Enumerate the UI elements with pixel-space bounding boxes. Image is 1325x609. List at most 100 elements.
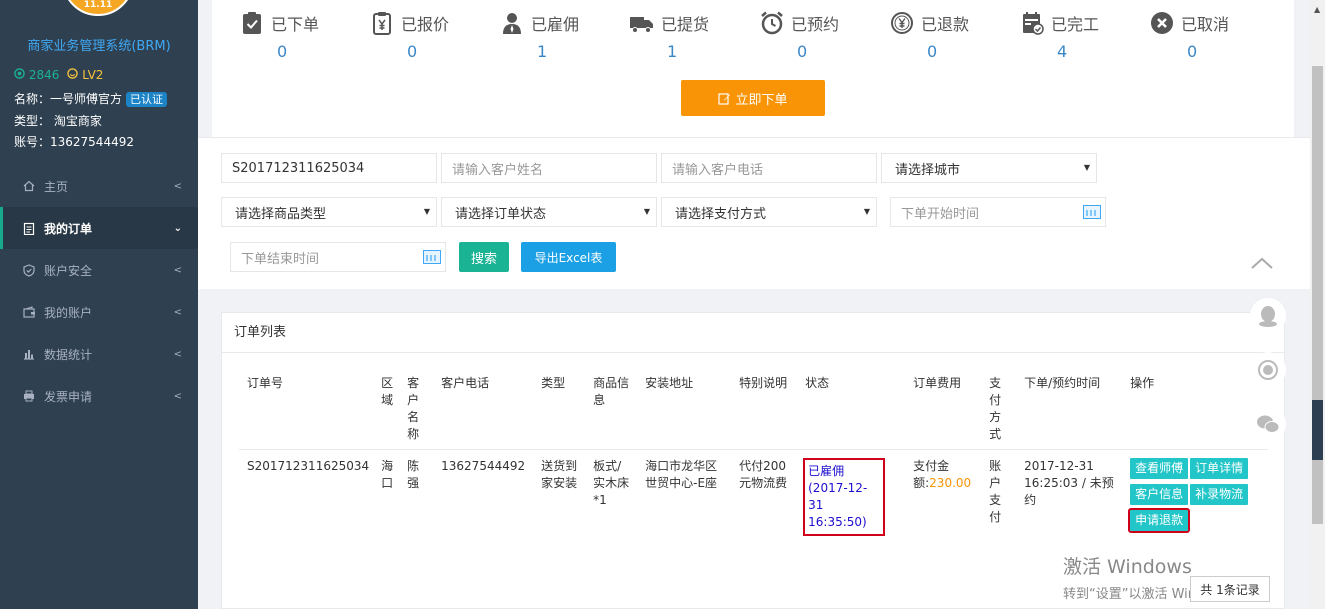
col-payment: 支付方式: [981, 371, 1017, 450]
goods-type-value: 请选择商品类型: [235, 206, 327, 222]
end-time-placeholder: 下单结束时间: [241, 251, 320, 267]
level-value: LV2: [82, 68, 104, 82]
cell-note-text: 代付200元物流费: [739, 459, 788, 490]
col-type: 类型: [533, 371, 586, 450]
customer-phone-input[interactable]: 请输入客户电话: [661, 153, 877, 183]
edit-icon: [718, 92, 731, 105]
col-time: 下单/预约时间: [1016, 371, 1123, 450]
calendar-icon[interactable]: [423, 250, 441, 264]
logo-badge: 11.11: [83, 0, 113, 10]
sidebar: 11.11 商家业务管理系统(BRM) 2846 LV2 名称：一号师傅官方 已认…: [0, 0, 198, 609]
cell-customer: 陈强: [403, 450, 433, 545]
level: LV2: [67, 68, 103, 82]
city-select[interactable]: 请选择城市 ▼: [881, 153, 1097, 183]
stat-value: 0: [797, 42, 808, 61]
search-button[interactable]: 搜索: [459, 242, 509, 272]
export-excel-button[interactable]: 导出Excel表: [521, 242, 616, 272]
qq-icon[interactable]: [1250, 298, 1286, 334]
cell-payment-text: 账户支付: [989, 459, 1002, 524]
request-refund-button[interactable]: 申请退款: [1128, 508, 1191, 533]
wechat-icon[interactable]: [1250, 406, 1286, 442]
order-no-input[interactable]: S201712311625034: [221, 153, 437, 183]
stat-picked-up[interactable]: 已提货 1: [629, 8, 759, 61]
merchant-account: 账号：13627544492: [14, 135, 134, 149]
stat-label: 已预约: [791, 15, 840, 34]
stat-hired[interactable]: 已雇佣 1: [499, 8, 629, 61]
stat-completed[interactable]: 已完工 4: [1019, 8, 1149, 61]
order-list-title: 订单列表: [222, 313, 1284, 353]
sidebar-item-orders[interactable]: 我的订单 ⌄: [0, 207, 198, 249]
scroll-up-icon[interactable]: ▲: [1314, 5, 1320, 14]
stat-scheduled[interactable]: 已预约 0: [759, 8, 889, 61]
calendar-icon[interactable]: [1083, 205, 1101, 219]
printer-icon: [22, 389, 36, 403]
goods-type-select[interactable]: 请选择商品类型 ▼: [221, 197, 437, 227]
stat-label: 已提货: [661, 15, 710, 34]
watermark-line1: 激活 Windows: [1063, 556, 1192, 578]
customer-service-icon[interactable]: [1250, 352, 1286, 388]
cell-order-no: S201712311625034: [247, 459, 370, 473]
stat-value: 0: [407, 42, 418, 61]
stat-label: 已取消: [1181, 15, 1230, 34]
table-row: S201712311625034 海口 陈强 13627544492 送货到家安…: [239, 450, 1268, 545]
order-table: 订单号 区域 客户名称 客户电话 类型 商品信息 安装地址 特别说明 状态 订单…: [239, 371, 1269, 545]
home-icon: [22, 179, 36, 193]
wallet-icon: [22, 305, 36, 319]
chevron-left-icon: <: [173, 348, 182, 360]
filter-panel: S201712311625034 请输入客户姓名 请输入客户电话 请选择城市 ▼ …: [198, 137, 1310, 289]
chevron-up-icon[interactable]: [1250, 256, 1274, 270]
stat-cancelled[interactable]: 已取消 0: [1149, 8, 1279, 61]
fee-amount: 230.00: [929, 476, 972, 490]
scrollbar-marker: [1312, 400, 1323, 460]
caret-down-icon: ▼: [863, 207, 870, 216]
stat-value: 0: [277, 42, 288, 61]
merchant-type: 类型： 淘宝商家: [14, 114, 102, 128]
clipboard-icon: [22, 221, 36, 235]
payment-select[interactable]: 请选择支付方式 ▼: [661, 197, 877, 227]
customer-info-button[interactable]: 客户信息: [1130, 484, 1189, 505]
place-order-label: 立即下单: [735, 92, 788, 108]
col-goods-text: 商品信息: [593, 376, 630, 407]
main-content: 已下单 0 已报价 0 已雇佣 1 已提货 1 已预约 0 已退款 0 已完工 …: [198, 0, 1310, 609]
caret-down-icon: ▼: [1083, 163, 1090, 172]
sidebar-item-statistics[interactable]: 数据统计 <: [0, 333, 198, 375]
place-order-button[interactable]: 立即下单: [681, 80, 825, 116]
user-stats: 2846 LV2: [14, 68, 103, 82]
sidebar-item-security[interactable]: 账户安全 <: [0, 249, 198, 291]
add-logistics-button[interactable]: 补录物流: [1190, 484, 1249, 505]
sidebar-item-account[interactable]: 我的账户 <: [0, 291, 198, 333]
stat-label: 已报价: [401, 15, 450, 34]
start-time-input[interactable]: 下单开始时间: [890, 197, 1106, 227]
sidebar-item-label: 主页: [44, 179, 69, 194]
stat-ordered[interactable]: 已下单 0: [239, 8, 369, 61]
chevron-left-icon: <: [173, 180, 182, 192]
sidebar-item-home[interactable]: 主页 <: [0, 165, 198, 207]
yen-clipboard-icon: [373, 12, 391, 35]
stat-label: 已退款: [921, 15, 970, 34]
order-detail-button[interactable]: 订单详情: [1190, 458, 1249, 479]
col-status: 状态: [803, 371, 906, 450]
col-note: 特别说明: [731, 371, 804, 450]
col-region-text: 区域: [381, 376, 394, 407]
yen-coin-icon: [891, 12, 913, 34]
cell-note: 代付200元物流费: [731, 450, 803, 545]
sidebar-item-invoice[interactable]: 发票申请 <: [0, 375, 198, 417]
stat-value: 0: [1187, 42, 1198, 61]
vertical-scrollbar[interactable]: ▲: [1310, 0, 1325, 609]
order-status-select[interactable]: 请选择订单状态 ▼: [441, 197, 657, 227]
table-header-row: 订单号 区域 客户名称 客户电话 类型 商品信息 安装地址 特别说明 状态 订单…: [239, 371, 1269, 450]
sidebar-nav: 主页 < 我的订单 ⌄ 账户安全 < 我的账户 < 数据统计 < 发票申请 <: [0, 165, 198, 417]
stat-value: 4: [1057, 42, 1068, 61]
payment-value: 请选择支付方式: [675, 206, 767, 222]
order-status-value: 请选择订单状态: [455, 206, 547, 222]
stat-quoted[interactable]: 已报价 0: [369, 8, 499, 61]
start-time-placeholder: 下单开始时间: [901, 206, 980, 222]
stat-refunded[interactable]: 已退款 0: [889, 8, 1019, 61]
calendar-check-icon: [1023, 12, 1044, 35]
merchant-name-text: 名称：一号师傅官方: [14, 92, 123, 106]
cell-type: 送货到家安装: [533, 450, 585, 545]
cell-fee: 支付金额:230.00: [905, 450, 981, 545]
end-time-input[interactable]: 下单结束时间: [230, 242, 446, 272]
view-technician-button[interactable]: 查看师傅: [1130, 458, 1189, 479]
customer-name-input[interactable]: 请输入客户姓名: [441, 153, 657, 183]
